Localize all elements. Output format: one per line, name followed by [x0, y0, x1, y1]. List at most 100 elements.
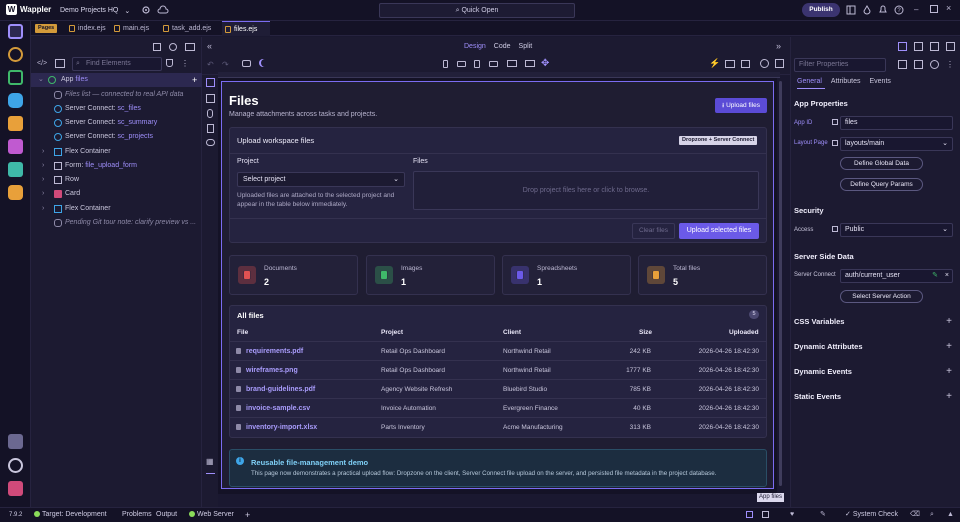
cloud-icon[interactable]: [157, 5, 169, 15]
tree-item-app[interactable]: ⌄ App files +: [31, 73, 202, 87]
section-css-variables[interactable]: CSS Variables +: [794, 315, 952, 329]
tablet-landscape-icon[interactable]: [489, 61, 498, 67]
tree-item-sc-projects[interactable]: Server Connect: sc_projects: [31, 130, 202, 144]
code-file-icon[interactable]: [946, 42, 955, 51]
maximize-icon[interactable]: [930, 5, 938, 13]
table-row[interactable]: requirements.pdf Retail Ops Dashboard Nort…: [229, 341, 767, 360]
add-icon[interactable]: +: [245, 508, 250, 522]
define-global-data-button[interactable]: Define Global Data: [840, 157, 923, 170]
close-window-icon[interactable]: ×: [946, 3, 951, 13]
clear-files-button[interactable]: Clear files: [632, 223, 675, 239]
tree-item-comment-2[interactable]: Pending Git tour note: clarify preview v…: [31, 216, 202, 230]
web-server-toggle[interactable]: Web Server: [189, 508, 234, 522]
server-connect-input[interactable]: auth/current_user ✎ ×: [840, 269, 953, 283]
layout-toggle-icon[interactable]: [746, 511, 753, 518]
layers-icon[interactable]: [8, 162, 23, 177]
moon-icon[interactable]: [261, 59, 269, 67]
settings-icon[interactable]: [8, 458, 23, 473]
notifications-icon[interactable]: ▲: [947, 508, 954, 522]
table-cell-file[interactable]: requirements.pdf: [246, 342, 303, 361]
target-selector[interactable]: Target: Development: [34, 508, 107, 522]
tree-item-flex-container-2[interactable]: › Flex Container: [31, 202, 202, 216]
lightning-icon[interactable]: ⚡: [709, 58, 720, 69]
camera-icon[interactable]: [242, 60, 251, 67]
code-mode-tab[interactable]: Code: [494, 43, 511, 50]
pointer-icon[interactable]: [207, 109, 213, 118]
project-select[interactable]: Select project ⌄: [237, 172, 405, 187]
column-header-project[interactable]: Project: [381, 329, 403, 336]
undo-icon[interactable]: ↶: [207, 60, 214, 69]
table-cell-file[interactable]: brand-guidelines.pdf: [246, 380, 315, 399]
code-icon[interactable]: [169, 43, 177, 51]
scrollbar-thumb[interactable]: [779, 81, 782, 486]
column-header-file[interactable]: File: [237, 329, 248, 336]
minimize-icon[interactable]: –: [914, 5, 918, 14]
section-static-events[interactable]: Static Events +: [794, 390, 952, 404]
settings-panel-icon[interactable]: [914, 60, 923, 69]
library-icon[interactable]: [930, 42, 939, 51]
account-icon[interactable]: [8, 481, 23, 496]
phone-portrait-icon[interactable]: [443, 60, 448, 68]
select-tool-icon[interactable]: [206, 78, 215, 87]
panel-toggle-icon[interactable]: [762, 511, 769, 518]
fit-screen-icon[interactable]: ✥: [541, 58, 549, 69]
table-row[interactable]: wireframes.png Retail Ops Dashboard Northw…: [229, 360, 767, 379]
tab-attributes[interactable]: Attributes: [831, 78, 861, 85]
pages-icon[interactable]: [8, 24, 23, 39]
edit-icon[interactable]: [898, 42, 907, 51]
data-binding-icon[interactable]: [832, 119, 838, 125]
table-cell-file[interactable]: inventory-import.xlsx: [246, 418, 317, 437]
file-dropzone[interactable]: Drop project files here or click to brow…: [413, 171, 759, 210]
assets-icon[interactable]: [8, 139, 23, 154]
column-header-uploaded[interactable]: Uploaded: [729, 329, 759, 336]
help-icon[interactable]: ?: [894, 5, 904, 15]
collapse-left-icon[interactable]: «: [207, 41, 212, 51]
layout-page-select[interactable]: layouts/main ⌄: [840, 137, 953, 151]
eraser-icon[interactable]: ⌫: [910, 508, 920, 522]
gear-icon[interactable]: [141, 5, 151, 15]
redo-icon[interactable]: ↷: [222, 60, 229, 69]
layout-icon[interactable]: [846, 5, 856, 15]
component-icon[interactable]: [55, 59, 65, 68]
column-header-size[interactable]: Size: [639, 329, 652, 336]
panel-more-icon[interactable]: ⋮: [946, 60, 954, 69]
tab-events[interactable]: Events: [869, 78, 890, 85]
image-icon[interactable]: [725, 60, 735, 68]
panel-layout-icon[interactable]: [153, 43, 161, 51]
app-id-input[interactable]: files: [840, 116, 953, 130]
upload-selected-button[interactable]: Upload selected files: [679, 223, 759, 239]
sitemap-icon[interactable]: [185, 43, 195, 51]
filter-properties-input[interactable]: Filter Properties: [794, 58, 886, 72]
brush-icon[interactable]: [914, 42, 923, 51]
preview-icon[interactable]: [898, 60, 907, 69]
edit-status-icon[interactable]: ✎: [820, 508, 826, 522]
table-cell-file[interactable]: wireframes.png: [246, 361, 298, 380]
desktop-icon[interactable]: [525, 60, 535, 67]
info-panel-icon[interactable]: [930, 60, 939, 69]
canvas-scrollbar[interactable]: [777, 78, 784, 494]
tree-item-card[interactable]: › Card: [31, 187, 202, 201]
data-binding-icon[interactable]: [832, 226, 838, 232]
project-selector[interactable]: Demo Projects HQ ⌄: [54, 3, 136, 18]
column-header-client[interactable]: Client: [503, 329, 521, 336]
database-icon[interactable]: [8, 93, 23, 108]
tree-item-sc-files[interactable]: Server Connect: sc_files: [31, 102, 202, 116]
find-elements-input[interactable]: Find Elements: [72, 57, 162, 71]
split-mode-tab[interactable]: Split: [519, 43, 533, 50]
extensions-icon[interactable]: [8, 434, 23, 449]
quick-open-search[interactable]: ⌕ Quick Open: [379, 3, 575, 18]
laptop-icon[interactable]: [507, 60, 517, 67]
pencil-icon[interactable]: ✎: [932, 270, 938, 282]
design-mode-tab[interactable]: Design: [464, 43, 486, 50]
like-icon[interactable]: ♥: [790, 508, 794, 522]
tree-item-form[interactable]: › Form: file_upload_form: [31, 159, 202, 173]
git-icon[interactable]: [8, 70, 23, 85]
output-tab[interactable]: Output: [156, 508, 177, 522]
collapse-right-icon[interactable]: »: [776, 41, 781, 51]
access-select[interactable]: Public ⌄: [840, 223, 953, 237]
clear-icon[interactable]: ×: [945, 270, 949, 282]
tree-item-row[interactable]: › Row: [31, 173, 202, 187]
refresh-icon[interactable]: [760, 59, 769, 68]
section-dynamic-attributes[interactable]: Dynamic Attributes +: [794, 340, 952, 354]
search-status-icon[interactable]: ⌕: [930, 508, 934, 522]
